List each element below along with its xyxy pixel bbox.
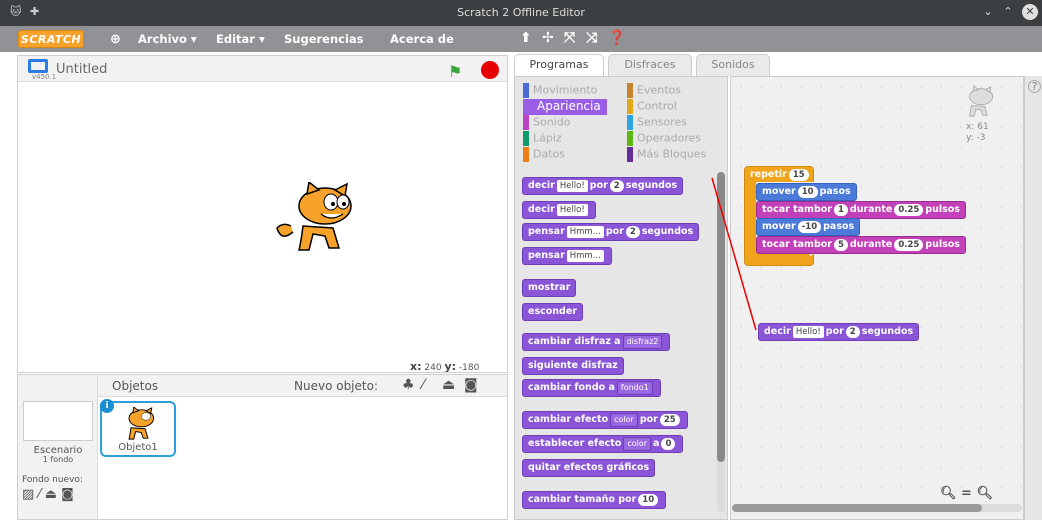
tab-programas[interactable]: Programas: [514, 54, 604, 77]
block-think-for[interactable]: pensar Hmm... por 2 segundos: [522, 223, 700, 241]
menubar: SCRATCH ⊕ Archivo ▾ Editar ▾ Sugerencias…: [0, 26, 1042, 52]
cat-sprite[interactable]: [273, 182, 363, 254]
category-sensores[interactable]: Sensores: [627, 115, 687, 130]
right-strip: ?: [1024, 76, 1042, 520]
sprite-preview-icon: [968, 85, 994, 117]
category-movimiento[interactable]: Movimiento: [523, 83, 597, 98]
y-label: y:: [444, 360, 457, 373]
category-eventos[interactable]: Eventos: [627, 83, 681, 98]
category-sonido[interactable]: Sonido: [523, 115, 570, 130]
stage-header: v450.1 Untitled ⚑: [18, 56, 507, 82]
globe-icon[interactable]: ⊕: [110, 32, 121, 47]
zoom-in-icon[interactable]: 🔍︎: [976, 486, 993, 501]
block-switch-costume[interactable]: cambiar disfraz a disfraz2: [522, 333, 671, 351]
category-mas-bloques[interactable]: Más Bloques: [627, 147, 706, 162]
zoom-controls[interactable]: 🔍︎ = 🔍︎: [940, 486, 993, 501]
block-next-costume[interactable]: siguiente disfraz: [522, 357, 624, 375]
block-think[interactable]: pensar Hmm...: [522, 247, 612, 265]
block-show[interactable]: mostrar: [522, 279, 577, 297]
sprite-x: x: 61: [966, 122, 989, 132]
close-icon[interactable]: ✕: [1022, 4, 1038, 20]
shrink-icon[interactable]: ⤨: [586, 30, 597, 46]
blocks-palette: Movimiento Apariencia Sonido Lápiz Datos…: [514, 76, 728, 520]
maximize-icon[interactable]: ⌃: [1000, 4, 1016, 20]
backdrop-tools-icons[interactable]: ▨ ⁄ ⏏ ◙: [22, 487, 74, 502]
scratch-logo[interactable]: SCRATCH: [18, 30, 84, 48]
version-label: v450.1: [32, 73, 57, 81]
block-say-for[interactable]: decir Hello! por 2 segundos: [522, 177, 684, 195]
window-titlebar: 🐱 ✚ Scratch 2 Offline Editor ⌄ ⌃ ✕: [0, 0, 1042, 26]
scripts-hscroll-thumb[interactable]: [732, 504, 982, 512]
sprites-panel: Escenario 1 fondo Fondo nuevo: ▨ ⁄ ⏏ ◙ O…: [17, 374, 508, 520]
cat-thumbnail: [128, 407, 155, 440]
category-lapiz[interactable]: Lápiz: [523, 131, 562, 146]
menu-acerca-de[interactable]: Acerca de: [390, 32, 454, 46]
help-icon[interactable]: ❓: [608, 30, 625, 46]
x-label: x:: [410, 360, 422, 373]
block-change-effect[interactable]: cambiar efecto color por 25: [522, 411, 688, 429]
sprite-position: x: 61 y: -3: [966, 122, 989, 144]
category-operadores[interactable]: Operadores: [627, 131, 701, 146]
category-datos[interactable]: Datos: [523, 147, 565, 162]
mouse-coords: x: 240 y: -180: [410, 360, 479, 373]
sprites-title: Objetos: [112, 379, 159, 393]
drag-annotation-line: [711, 177, 757, 331]
stage-backdrop-count: 1 fondo: [42, 455, 74, 464]
menu-editar[interactable]: Editar ▾: [216, 32, 265, 46]
block-change-size[interactable]: cambiar tamaño por 10: [522, 491, 667, 509]
stage-column: Escenario 1 fondo Fondo nuevo: ▨ ⁄ ⏏ ◙: [18, 375, 98, 519]
stop-icon[interactable]: [481, 61, 499, 79]
block-set-effect[interactable]: establecer efecto color a 0: [522, 435, 684, 453]
grow-icon[interactable]: ⤧: [564, 30, 575, 46]
block-play-drum-1[interactable]: tocar tambor 1 durante 0.25 pulsos: [756, 201, 966, 219]
sprite-library-icon[interactable]: ♣: [402, 377, 415, 393]
window-title: Scratch 2 Offline Editor: [457, 6, 585, 19]
block-play-drum-5[interactable]: tocar tambor 5 durante 0.25 pulsos: [756, 236, 966, 254]
fullscreen-icon[interactable]: [28, 59, 48, 73]
category-control[interactable]: Control: [627, 99, 677, 114]
block-switch-backdrop[interactable]: cambiar fondo a fondo1: [522, 379, 661, 397]
y-value: -180: [458, 363, 480, 373]
sprite-card-objeto1[interactable]: i Objeto1: [100, 399, 176, 457]
new-sprite-label: Nuevo objeto:: [294, 379, 378, 393]
sprite-name: Objeto1: [118, 442, 158, 453]
zoom-reset-icon[interactable]: =: [961, 486, 972, 501]
menu-archivo[interactable]: Archivo ▾: [138, 32, 197, 46]
stage-thumbnail[interactable]: [23, 401, 93, 441]
upload-sprite-icon[interactable]: ⏏: [442, 377, 455, 393]
camera-sprite-icon[interactable]: ◙: [464, 377, 478, 393]
category-apariencia[interactable]: Apariencia: [523, 99, 607, 115]
delete-icon[interactable]: ✢: [542, 30, 554, 46]
help-tips-icon[interactable]: ?: [1028, 80, 1041, 93]
x-value: 240: [424, 363, 442, 373]
green-flag-icon[interactable]: ⚑: [448, 62, 462, 81]
block-clear-effects[interactable]: quitar efectos gráficos: [522, 459, 656, 477]
tab-disfraces[interactable]: Disfraces: [608, 54, 692, 76]
stage-panel: v450.1 Untitled ⚑: [17, 55, 508, 373]
block-hide[interactable]: esconder: [522, 303, 583, 321]
tab-sonidos[interactable]: Sonidos: [696, 54, 770, 76]
block-move-10[interactable]: mover 10 pasos: [756, 183, 857, 201]
duplicate-icon[interactable]: ⬆: [520, 30, 532, 46]
block-say[interactable]: decir Hello!: [522, 201, 596, 219]
project-title[interactable]: Untitled: [56, 62, 107, 77]
scripts-hscrollbar[interactable]: [732, 504, 1022, 512]
sprite-y: y: -3: [966, 133, 986, 143]
sprites-header: Objetos Nuevo objeto: ♣ ⁄ ⏏ ◙: [98, 375, 507, 397]
minimize-icon[interactable]: ⌄: [980, 4, 996, 20]
menu-sugerencias[interactable]: Sugerencias: [284, 32, 364, 46]
paint-sprite-icon[interactable]: ⁄: [422, 377, 424, 393]
block-say-for-loose[interactable]: decir Hello! por 2 segundos: [758, 323, 920, 341]
zoom-out-icon[interactable]: 🔍︎: [940, 486, 957, 501]
info-icon[interactable]: i: [100, 399, 114, 413]
block-move-neg10[interactable]: mover -10 pasos: [756, 218, 861, 236]
new-backdrop-label: Fondo nuevo:: [22, 475, 83, 485]
